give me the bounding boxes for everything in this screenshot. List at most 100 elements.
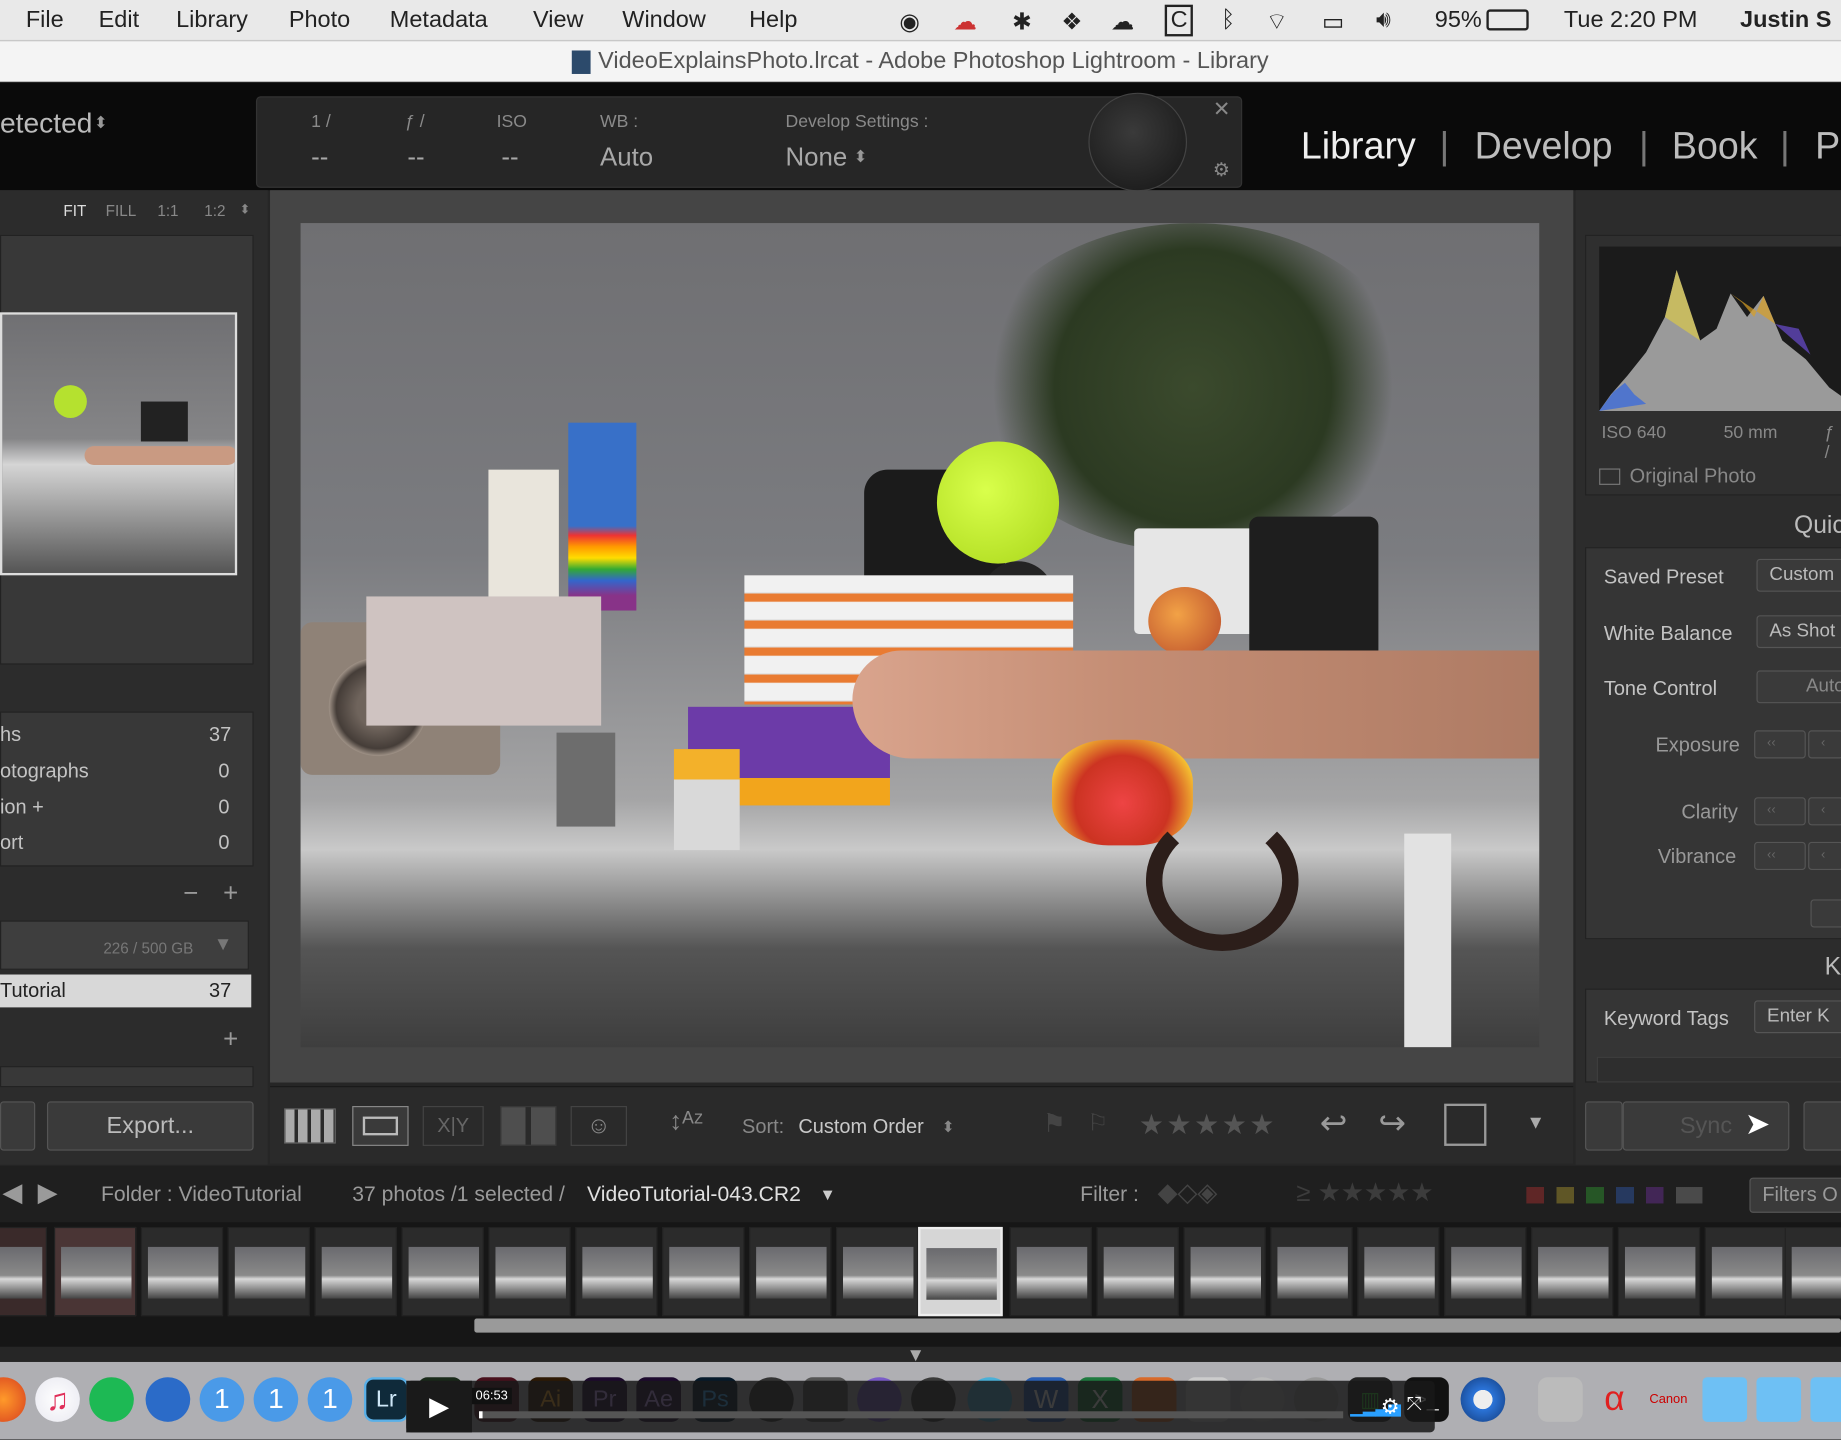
filmstrip-thumb[interactable]: [1270, 1226, 1353, 1317]
menu-window[interactable]: Window: [622, 7, 706, 34]
develop-settings-value[interactable]: None: [785, 142, 847, 173]
auto-tone-button[interactable]: Auto T: [1756, 670, 1841, 704]
filmstrip-scrollbar[interactable]: [474, 1318, 1841, 1333]
grid-view-icon[interactable]: [284, 1108, 336, 1144]
vibrance-small-decrease-button[interactable]: ‹: [1808, 841, 1841, 871]
wifi-icon[interactable]: ⌔: [1266, 7, 1288, 36]
filmstrip-thumb[interactable]: [749, 1226, 832, 1317]
keyword-tags-select[interactable]: Enter K: [1754, 1000, 1841, 1034]
video-settings-icon[interactable]: ⚙: [1381, 1395, 1400, 1420]
clarity-small-decrease-button[interactable]: ‹: [1808, 797, 1841, 826]
keyword-entry-field[interactable]: [1596, 1056, 1841, 1083]
zoom-fill[interactable]: FILL: [106, 202, 137, 220]
crop-overlay-icon[interactable]: [1444, 1103, 1487, 1146]
original-photo-label[interactable]: Original Photo: [1630, 465, 1756, 488]
filmstrip-thumb[interactable]: [0, 1226, 47, 1317]
source-folder[interactable]: Folder : VideoTutorial: [101, 1182, 302, 1207]
white-balance-select[interactable]: As Shot: [1756, 615, 1841, 649]
people-view-icon[interactable]: ☺: [570, 1106, 627, 1146]
creative-cloud-icon[interactable]: ☁: [953, 7, 976, 36]
filmstrip-thumb[interactable]: [314, 1226, 397, 1317]
spotify-icon[interactable]: [89, 1377, 134, 1422]
sort-value[interactable]: Custom Order: [798, 1115, 923, 1138]
module-library[interactable]: Library: [1301, 124, 1416, 167]
zoom-arrows-icon[interactable]: ⬍: [240, 202, 251, 217]
filmstrip-thumb[interactable]: [1531, 1226, 1614, 1317]
disk-dropdown-icon[interactable]: ▼: [214, 935, 233, 956]
quicktime-icon[interactable]: [1460, 1377, 1506, 1422]
vibrance-decrease-button[interactable]: ‹‹: [1754, 841, 1806, 871]
collections-plus-icon[interactable]: +: [223, 1024, 238, 1055]
1password-icon[interactable]: [145, 1377, 191, 1422]
volume-icon[interactable]: 🔊︎: [1376, 7, 1391, 34]
rating-stars[interactable]: ★★★★★: [1139, 1108, 1277, 1142]
filmstrip-thumb[interactable]: [1009, 1226, 1092, 1317]
close-icon[interactable]: ✕: [1213, 97, 1231, 122]
dropbox-icon[interactable]: ❖: [1061, 7, 1082, 36]
folder-icon[interactable]: [1756, 1377, 1802, 1422]
catalog-item-label[interactable]: hs: [0, 723, 21, 746]
filmstrip-thumb[interactable]: [575, 1226, 658, 1317]
bug-icon[interactable]: ✱: [1012, 7, 1032, 36]
sony-alpha-icon[interactable]: α: [1592, 1377, 1637, 1422]
battery-icon[interactable]: [1486, 9, 1529, 31]
flag-filter-icons[interactable]: ◆◇◈: [1158, 1178, 1218, 1209]
sort-direction-icon[interactable]: ↕ᴬᶻ: [669, 1106, 703, 1137]
back-arrow-icon[interactable]: ◀: [2, 1178, 22, 1209]
printer-icon[interactable]: [1538, 1377, 1583, 1422]
filmstrip-thumb[interactable]: [1096, 1226, 1179, 1317]
play-button[interactable]: ▶: [406, 1380, 472, 1433]
catalog-item-label[interactable]: ort: [0, 831, 23, 854]
cloud-upload-icon[interactable]: ☁: [1111, 7, 1134, 36]
filename-dropdown-icon[interactable]: ▼: [820, 1185, 836, 1204]
app-icon-3[interactable]: 1: [307, 1377, 353, 1422]
filters-toggle-button[interactable]: Filters O: [1749, 1177, 1841, 1213]
canon-icon[interactable]: Canon: [1646, 1377, 1691, 1422]
folder-icon[interactable]: [1810, 1377, 1841, 1422]
itunes-icon[interactable]: ♫: [35, 1377, 80, 1422]
menu-file[interactable]: File: [26, 7, 64, 34]
flag-icon[interactable]: ⚑: [1043, 1108, 1066, 1139]
original-photo-checkbox[interactable]: [1599, 468, 1621, 485]
filmstrip-thumb[interactable]: [1444, 1226, 1527, 1317]
selected-filename[interactable]: VideoTutorial-043.CR2: [587, 1182, 801, 1207]
reject-flag-icon[interactable]: ⚐: [1087, 1108, 1108, 1137]
identity-plate[interactable]: etected: [0, 108, 92, 141]
user-name[interactable]: Justin S: [1740, 7, 1831, 34]
module-book[interactable]: Book: [1672, 124, 1758, 167]
filmstrip-thumb[interactable]: [1357, 1226, 1440, 1317]
clock[interactable]: Tue 2:20 PM: [1564, 7, 1698, 34]
minus-icon[interactable]: −: [183, 878, 198, 909]
plus-icon[interactable]: +: [223, 878, 238, 909]
module-print[interactable]: Pr: [1815, 124, 1841, 167]
catalog-item-label[interactable]: otographs: [0, 760, 89, 783]
saved-preset-select[interactable]: Custom: [1756, 558, 1841, 592]
menu-edit[interactable]: Edit: [99, 7, 139, 34]
exposure-decrease-button[interactable]: ‹‹: [1754, 730, 1806, 759]
filmstrip-thumb[interactable]: [662, 1226, 745, 1317]
filmstrip-thumb[interactable]: [140, 1226, 224, 1317]
app-icon-1[interactable]: 1: [199, 1377, 245, 1422]
survey-view-icon[interactable]: [500, 1106, 557, 1146]
record-icon[interactable]: ◉: [899, 7, 919, 36]
menu-photo[interactable]: Photo: [289, 7, 350, 34]
develop-settings-arrows-icon[interactable]: ⬍: [854, 147, 868, 167]
folder-label[interactable]: Tutorial: [0, 979, 66, 1002]
filmstrip-thumb[interactable]: [1784, 1226, 1841, 1317]
filmstrip-thumb[interactable]: [488, 1226, 571, 1317]
forward-arrow-icon[interactable]: ▶: [38, 1178, 58, 1209]
lightroom-icon[interactable]: Lr: [363, 1377, 409, 1422]
apple-icon[interactable]: [5, 7, 14, 30]
sort-arrows-icon[interactable]: ⬍: [942, 1118, 955, 1137]
keywording-header[interactable]: K: [1825, 953, 1841, 981]
app-icon-2[interactable]: 1: [253, 1377, 299, 1422]
export-button[interactable]: Export...: [46, 1101, 254, 1151]
c-app-icon[interactable]: C: [1164, 4, 1194, 37]
clarity-decrease-button[interactable]: ‹‹: [1754, 797, 1806, 826]
rotate-right-icon[interactable]: ↪: [1378, 1104, 1406, 1143]
zoom-1-2[interactable]: 1:2: [204, 202, 225, 220]
catalog-item-label[interactable]: ion +: [0, 796, 44, 819]
menu-view[interactable]: View: [533, 7, 583, 34]
filmstrip-thumb-selected[interactable]: [918, 1226, 1003, 1317]
folder-icon[interactable]: [1702, 1377, 1748, 1422]
